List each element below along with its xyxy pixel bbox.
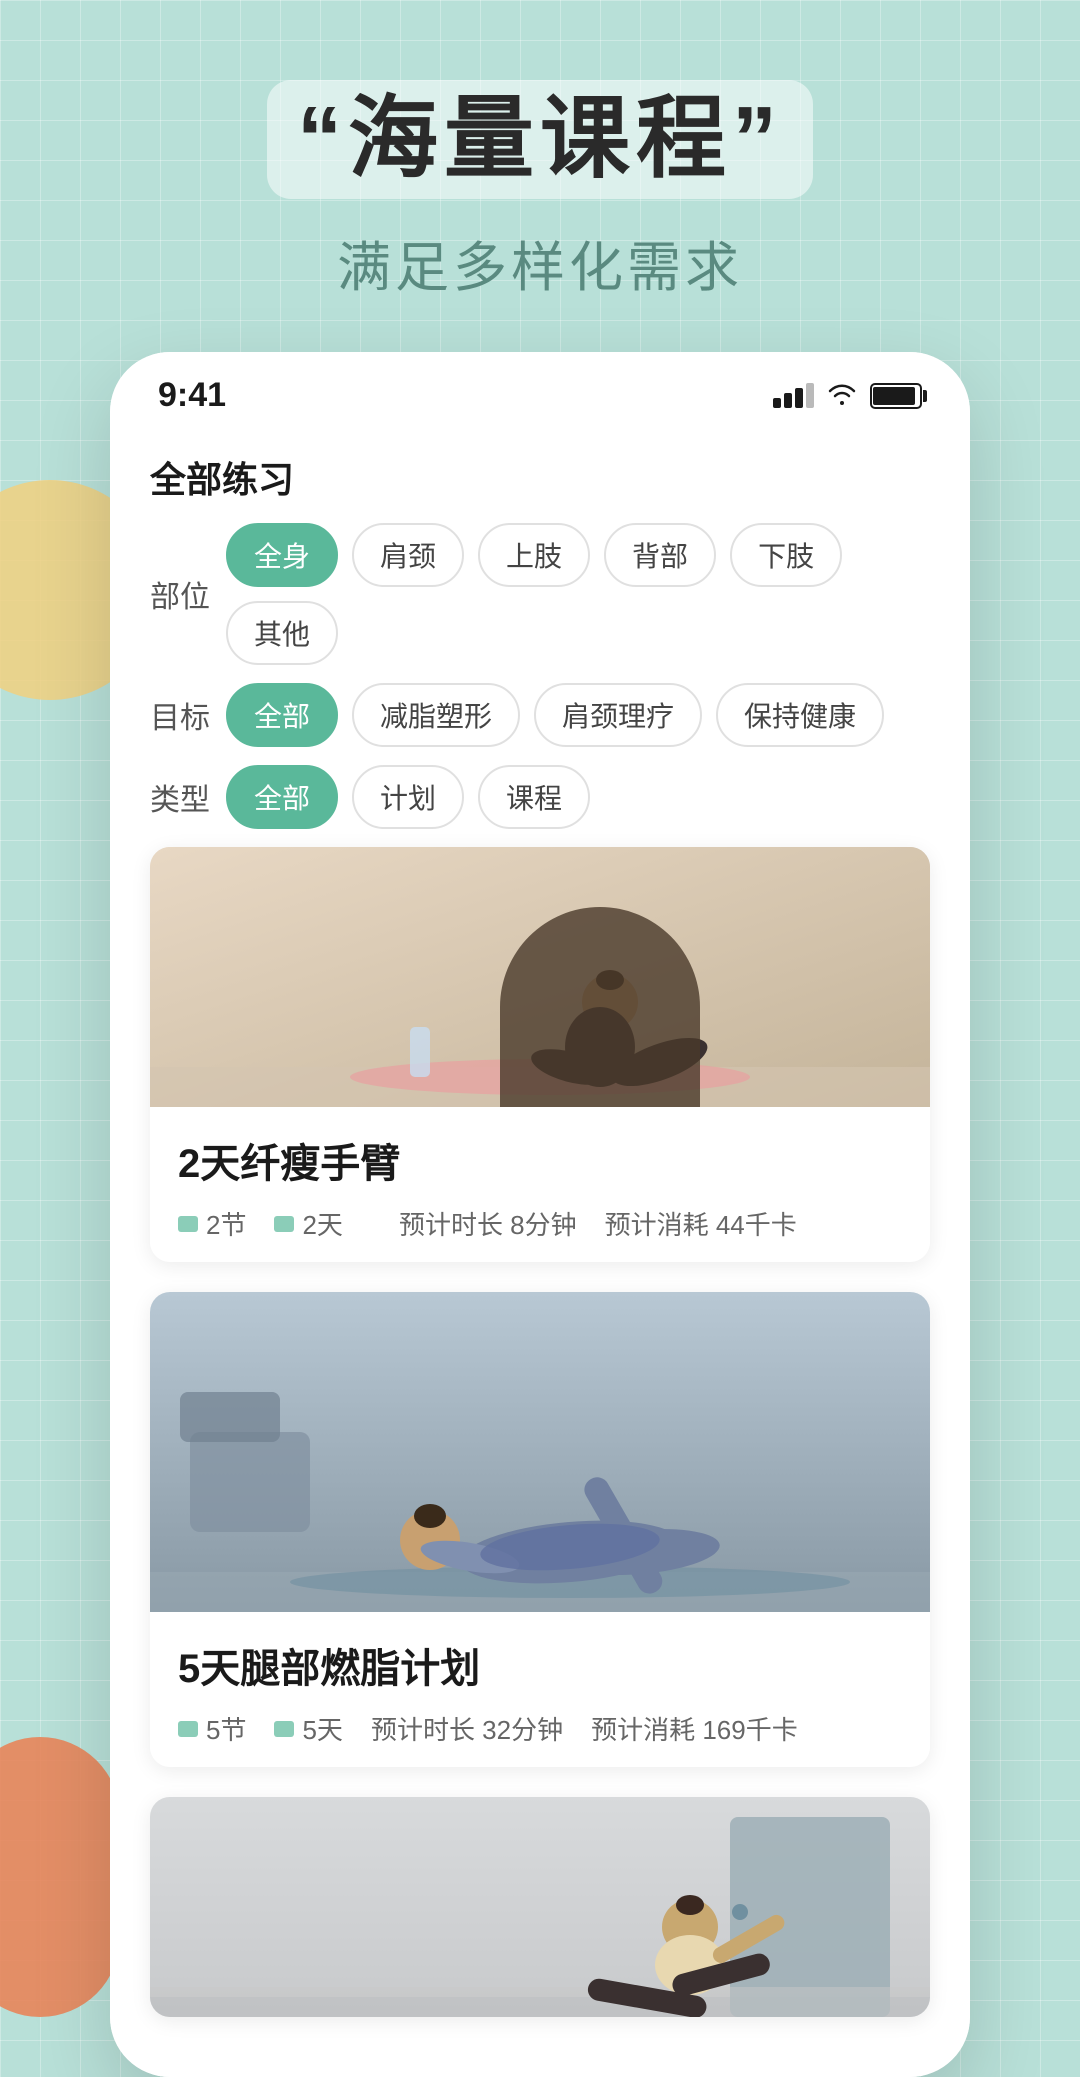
meta-calories-text-1: 预计消耗 44千卡: [605, 1205, 797, 1242]
course-info-1: 2天纤瘦手臂 2节 2天 预计: [150, 1107, 930, 1262]
tag-mubiao-quanbu[interactable]: 全部: [226, 683, 338, 747]
sub-title: 满足多样化需求: [267, 223, 813, 302]
main-title: “海量课程”: [267, 80, 813, 199]
course-card-2[interactable]: 5天腿部燃脂计划 5节 5天 预计时长 32分钟: [150, 1292, 930, 1767]
signal-icon: [773, 383, 814, 408]
meta-dot-3: [178, 1721, 198, 1737]
wifi-icon: [828, 380, 856, 412]
meta-days-text-2: 5天: [302, 1710, 342, 1747]
course-image-2: [150, 1292, 930, 1612]
tag-jianjingliliao[interactable]: 肩颈理疗: [534, 683, 702, 747]
tag-shangzhi[interactable]: 上肢: [478, 523, 590, 587]
page-content: “海量课程” 满足多样化需求 9:41: [0, 0, 1080, 2077]
filter-row-buwei: 部位 全身 肩颈 上肢 背部 下肢 其他: [150, 523, 930, 665]
meta-calories-2: 预计消耗 169千卡: [591, 1710, 798, 1747]
course-image-svg-1: [150, 847, 930, 1107]
tag-jianjing[interactable]: 肩颈: [352, 523, 464, 587]
course-list: 2天纤瘦手臂 2节 2天 预计: [150, 847, 930, 2017]
tag-xiazhi[interactable]: 下肢: [730, 523, 842, 587]
meta-days-text-1: 2天: [302, 1205, 342, 1242]
phone-mockup: 9:41 全部练习: [110, 352, 970, 2077]
course-image-svg-2: [150, 1292, 930, 1612]
tag-leixing-quanbu[interactable]: 全部: [226, 765, 338, 829]
filter-row-leixing: 类型 全部 计划 课程: [150, 765, 930, 829]
course-title-2: 5天腿部燃脂计划: [178, 1636, 902, 1694]
meta-duration-1: 预计时长 8分钟: [399, 1205, 577, 1242]
tag-quanshen[interactable]: 全身: [226, 523, 338, 587]
course-meta-2: 5节 5天 预计时长 32分钟 预计消耗 169千卡: [178, 1710, 902, 1747]
meta-sections-2: 5节: [178, 1710, 246, 1747]
status-bar: 9:41: [110, 352, 970, 427]
meta-duration-text-1: 预计时长 8分钟: [399, 1205, 577, 1242]
filter-label-buwei: 部位: [150, 572, 210, 616]
filter-label-leixing: 类型: [150, 775, 210, 819]
meta-sections-text-2: 5节: [206, 1710, 246, 1747]
tag-qita[interactable]: 其他: [226, 601, 338, 665]
course-image-1: [150, 847, 930, 1107]
meta-calories-1: 预计消耗 44千卡: [605, 1205, 797, 1242]
meta-dot-4: [274, 1721, 294, 1737]
tag-beibu[interactable]: 背部: [604, 523, 716, 587]
filter-tags-buwei: 全身 肩颈 上肢 背部 下肢 其他: [226, 523, 930, 665]
status-time: 9:41: [158, 376, 226, 415]
filter-tags-mubiao: 全部 减脂塑形 肩颈理疗 保持健康: [226, 683, 884, 747]
meta-days-2: 5天: [274, 1710, 342, 1747]
course-meta-1: 2节 2天 预计时长 8分钟 预计消耗 44千卡: [178, 1205, 902, 1242]
page-heading: 全部练习: [150, 427, 930, 523]
meta-days-1: 2天: [274, 1205, 342, 1242]
meta-sections-text-1: 2节: [206, 1205, 246, 1242]
course-title-1: 2天纤瘦手臂: [178, 1131, 902, 1189]
tag-kecheng[interactable]: 课程: [478, 765, 590, 829]
meta-dot-1: [178, 1216, 198, 1232]
course-image-svg-3: [150, 1797, 930, 2017]
tag-baochijianang[interactable]: 保持健康: [716, 683, 884, 747]
main-title-text: “海量课程”: [267, 80, 813, 199]
header-section: “海量课程” 满足多样化需求: [267, 0, 813, 302]
course-card-3[interactable]: [150, 1797, 930, 2017]
tag-jihua[interactable]: 计划: [352, 765, 464, 829]
filter-label-mubiao: 目标: [150, 693, 210, 737]
meta-sections-1: 2节: [178, 1205, 246, 1242]
tag-jianzhisuxing[interactable]: 减脂塑形: [352, 683, 520, 747]
battery-icon: [870, 383, 922, 409]
filter-row-mubiao: 目标 全部 减脂塑形 肩颈理疗 保持健康: [150, 683, 930, 747]
meta-duration-2: 预计时长 32分钟: [371, 1710, 563, 1747]
filter-tags-leixing: 全部 计划 课程: [226, 765, 590, 829]
course-image-3: [150, 1797, 930, 2017]
course-info-2: 5天腿部燃脂计划 5节 5天 预计时长 32分钟: [150, 1612, 930, 1767]
app-content: 全部练习 部位 全身 肩颈 上肢 背部 下肢 其他 目标 全部 减脂塑形: [110, 427, 970, 2077]
status-icons: [773, 380, 922, 412]
course-card-1[interactable]: 2天纤瘦手臂 2节 2天 预计: [150, 847, 930, 1262]
meta-dot-2: [274, 1216, 294, 1232]
meta-duration-text-2: 预计时长 32分钟: [371, 1710, 563, 1747]
meta-calories-text-2: 预计消耗 169千卡: [591, 1710, 798, 1747]
